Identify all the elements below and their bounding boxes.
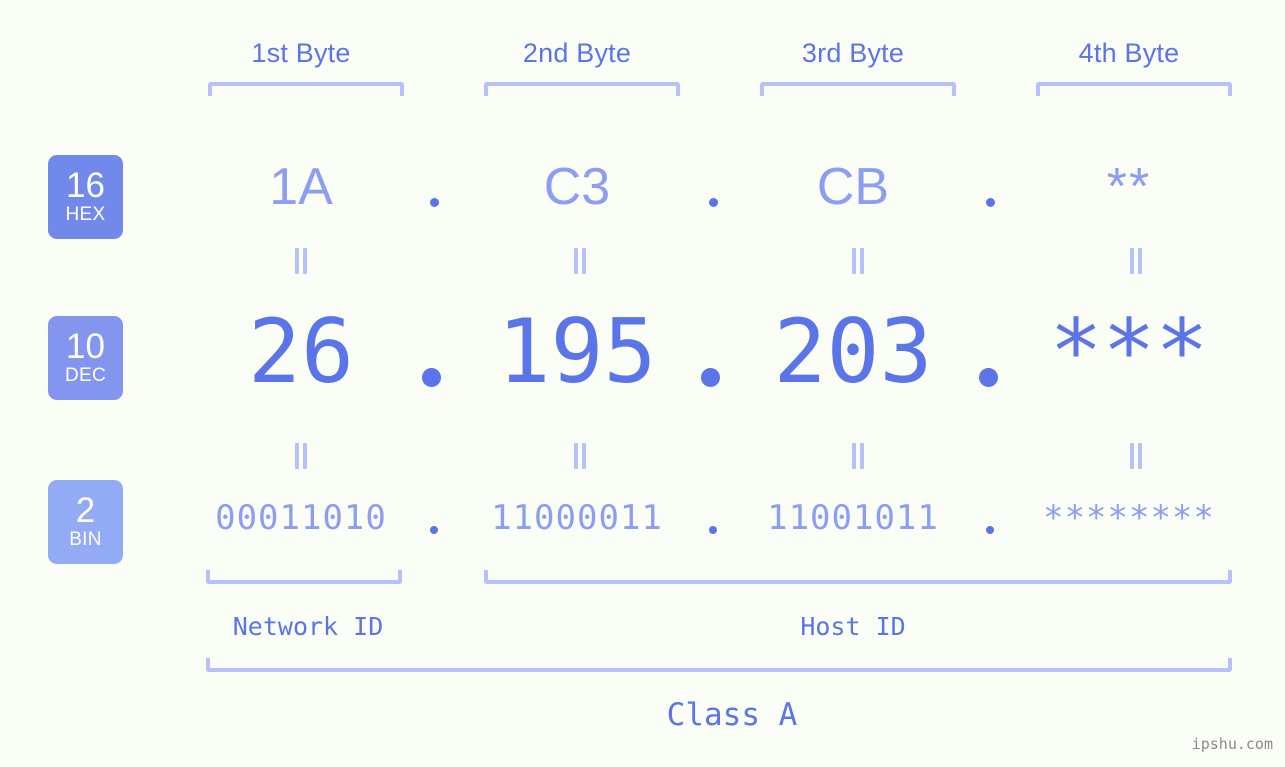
equals-connector-dec-bin-4 <box>1128 443 1144 469</box>
equals-connector-dec-bin-2 <box>572 443 588 469</box>
class-label: Class A <box>666 697 798 733</box>
bin-byte-4: ******** <box>1043 498 1215 538</box>
dec-byte-4: *** <box>1049 300 1209 403</box>
base-badge-hex-number: 16 <box>66 166 105 205</box>
bin-separator-3 <box>986 526 994 534</box>
class-bracket <box>206 658 1232 672</box>
byte-header-3: 3rd Byte <box>801 38 905 68</box>
base-badge-dec: 10 DEC <box>48 316 123 400</box>
byte-header-4: 4th Byte <box>1078 38 1180 68</box>
byte-header-1: 1st Byte <box>251 38 351 68</box>
byte-header-2: 2nd Byte <box>522 38 632 68</box>
hex-separator-2 <box>709 198 718 207</box>
equals-connector-hex-dec-3 <box>850 248 866 274</box>
equals-connector-dec-bin-3 <box>850 443 866 469</box>
dec-separator-2 <box>701 368 720 387</box>
dec-byte-2: 195 <box>497 300 657 403</box>
bin-byte-2: 11000011 <box>491 498 663 538</box>
byte-bracket-3 <box>760 82 956 96</box>
hex-byte-3: CB <box>816 158 890 216</box>
dec-byte-1: 26 <box>248 300 354 403</box>
network-id-label: Network ID <box>232 612 384 641</box>
bin-separator-1 <box>430 526 438 534</box>
equals-connector-hex-dec-2 <box>572 248 588 274</box>
base-badge-bin: 2 BIN <box>48 480 123 564</box>
dec-separator-3 <box>979 368 998 387</box>
bin-byte-1: 00011010 <box>215 498 387 538</box>
base-badge-dec-number: 10 <box>66 327 105 366</box>
host-id-label: Host ID <box>800 612 906 641</box>
base-badge-hex: 16 HEX <box>48 155 123 239</box>
hex-separator-1 <box>430 198 439 207</box>
byte-bracket-1 <box>208 82 404 96</box>
base-badge-hex-name: HEX <box>65 204 106 225</box>
dec-byte-3: 203 <box>773 300 933 403</box>
ip-byte-diagram: 1st Byte 2nd Byte 3rd Byte 4th Byte 16 H… <box>0 0 1285 767</box>
byte-bracket-4 <box>1036 82 1232 96</box>
base-badge-bin-name: BIN <box>69 529 102 550</box>
bin-separator-2 <box>709 526 717 534</box>
byte-bracket-2 <box>484 82 680 96</box>
bin-byte-3: 11001011 <box>767 498 939 538</box>
watermark: ipshu.com <box>1191 735 1273 753</box>
host-id-bracket <box>484 570 1232 584</box>
base-badge-bin-number: 2 <box>75 491 96 530</box>
equals-connector-hex-dec-4 <box>1128 248 1144 274</box>
hex-separator-3 <box>986 198 995 207</box>
network-id-bracket <box>206 570 402 584</box>
hex-byte-4: ** <box>1106 158 1152 216</box>
dec-separator-1 <box>422 368 441 387</box>
base-badge-dec-name: DEC <box>64 365 106 386</box>
hex-byte-1: 1A <box>269 158 333 216</box>
hex-byte-2: C3 <box>543 158 611 216</box>
equals-connector-dec-bin-1 <box>293 443 309 469</box>
equals-connector-hex-dec-1 <box>293 248 309 274</box>
